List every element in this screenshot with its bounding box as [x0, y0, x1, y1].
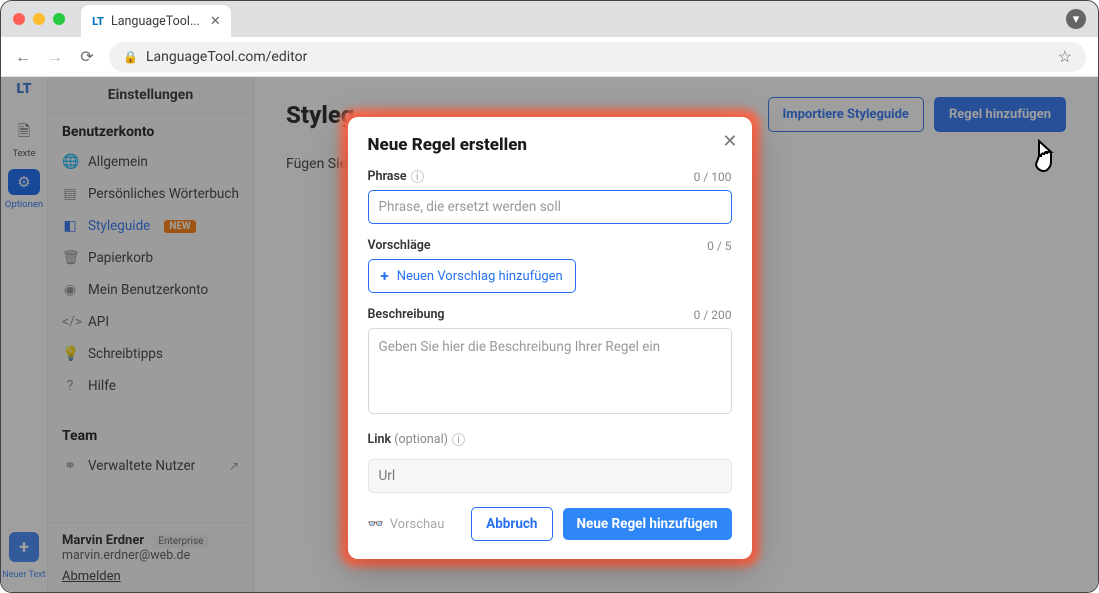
browser-urlbar: ← → ⟳ 🔒 LanguageTool.com/editor ☆: [1, 37, 1098, 77]
create-rule-button[interactable]: Neue Regel hinzufügen: [563, 508, 732, 540]
close-tab-icon[interactable]: ✕: [210, 14, 221, 29]
description-textarea[interactable]: [368, 328, 732, 414]
address-bar[interactable]: 🔒 LanguageTool.com/editor ☆: [109, 42, 1086, 72]
forward-icon: →: [45, 47, 65, 67]
phrase-input[interactable]: [368, 190, 732, 224]
maximize-window-icon[interactable]: [53, 13, 65, 25]
create-rule-modal: ✕ Neue Regel erstellen Phrase i 0 / 100 …: [348, 117, 752, 559]
link-label: Link (optional): [368, 432, 448, 447]
browser-tabbar: LT LanguageTool... ✕ ▾: [1, 1, 1098, 37]
favicon-icon: LT: [91, 14, 105, 28]
suggestions-label: Vorschläge: [368, 238, 431, 253]
phrase-label: Phrase: [368, 169, 407, 184]
browser-menu-icon[interactable]: ▾: [1066, 9, 1086, 29]
suggestions-counter: 0 / 5: [707, 239, 731, 253]
close-modal-icon[interactable]: ✕: [722, 131, 737, 152]
browser-tab[interactable]: LT LanguageTool... ✕: [81, 5, 231, 37]
back-icon[interactable]: ←: [13, 47, 33, 67]
bookmark-star-icon[interactable]: ☆: [1058, 47, 1072, 66]
add-suggestion-button[interactable]: + Neuen Vorschlag hinzufügen: [368, 259, 576, 293]
close-window-icon[interactable]: [13, 13, 25, 25]
add-suggestion-label: Neuen Vorschlag hinzufügen: [397, 269, 563, 284]
phrase-counter: 0 / 100: [694, 170, 732, 184]
preview-label: Vorschau: [390, 517, 445, 532]
cancel-button[interactable]: Abbruch: [471, 507, 552, 541]
plus-icon: +: [381, 267, 389, 285]
url-text: LanguageTool.com/editor: [146, 49, 1050, 65]
info-icon[interactable]: i: [411, 170, 424, 183]
modal-title: Neue Regel erstellen: [368, 135, 732, 155]
tab-title: LanguageTool...: [111, 14, 200, 29]
minimize-window-icon[interactable]: [33, 13, 45, 25]
link-input[interactable]: [368, 459, 732, 493]
info-icon[interactable]: i: [452, 433, 465, 446]
preview-toggle[interactable]: 👓 Vorschau: [368, 517, 445, 532]
modal-overlay[interactable]: ✕ Neue Regel erstellen Phrase i 0 / 100 …: [1, 77, 1098, 593]
lock-icon: 🔒: [123, 50, 138, 64]
traffic-lights: [13, 13, 65, 25]
description-counter: 0 / 200: [694, 308, 732, 322]
glasses-icon: 👓: [368, 517, 384, 532]
reload-icon[interactable]: ⟳: [77, 47, 97, 66]
description-label: Beschreibung: [368, 307, 445, 322]
